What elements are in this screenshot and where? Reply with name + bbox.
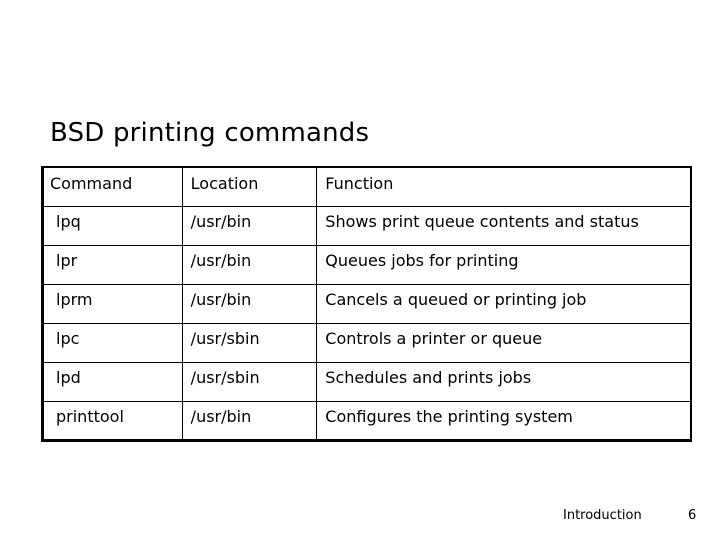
table-row: lpr /usr/bin Queues jobs for printing [42, 244, 692, 285]
cell-location: /usr/sbin [181, 322, 318, 363]
cell-location: /usr/bin [181, 400, 318, 441]
cell-command: lpq [42, 205, 183, 246]
cell-location: /usr/bin [181, 244, 318, 285]
cell-command: printtool [42, 400, 183, 441]
cell-function: Controls a printer or queue [316, 322, 692, 363]
cell-command: lpd [42, 361, 183, 402]
cell-location: /usr/bin [181, 205, 318, 246]
header-location: Location [181, 166, 318, 207]
table-row: lprm /usr/bin Cancels a queued or printi… [42, 283, 692, 324]
table-row: lpc /usr/sbin Controls a printer or queu… [42, 322, 692, 363]
cell-location: /usr/sbin [181, 361, 318, 402]
cell-command: lpr [42, 244, 183, 285]
commands-table: Command Location Function lpq /usr/bin S… [41, 166, 692, 442]
cell-function: Queues jobs for printing [316, 244, 692, 285]
table-header-row: Command Location Function [42, 166, 692, 207]
slide-title: BSD printing commands [50, 118, 370, 148]
cell-function: Configures the printing system [316, 400, 692, 441]
header-command: Command [42, 166, 183, 207]
header-function: Function [316, 166, 692, 207]
table-row: lpd /usr/sbin Schedules and prints jobs [42, 361, 692, 402]
footer-section-label: Introduction [563, 508, 642, 523]
cell-function: Cancels a queued or printing job [316, 283, 692, 324]
cell-function: Shows print queue contents and status [316, 205, 692, 246]
page-number: 6 [688, 508, 697, 523]
cell-command: lpc [42, 322, 183, 363]
table-row: lpq /usr/bin Shows print queue contents … [42, 205, 692, 246]
cell-location: /usr/bin [181, 283, 318, 324]
cell-function: Schedules and prints jobs [316, 361, 692, 402]
table-row: printtool /usr/bin Configures the printi… [42, 400, 692, 441]
cell-command: lprm [42, 283, 183, 324]
